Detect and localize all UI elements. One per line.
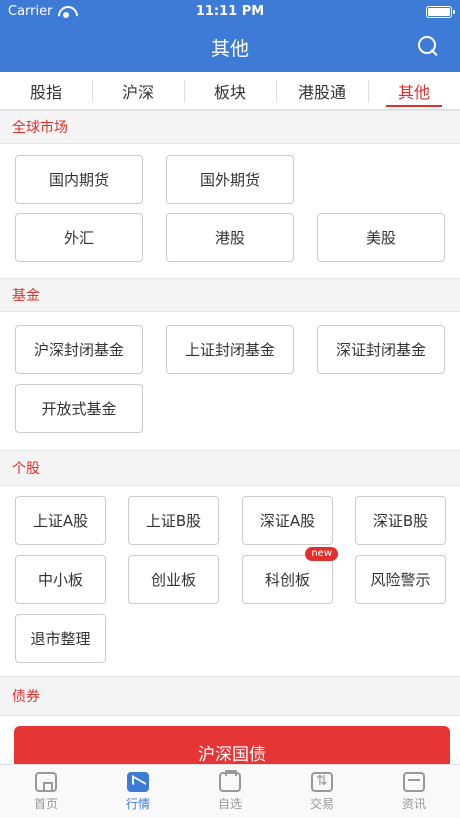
stock-button[interactable]: 退市整理 <box>15 614 106 663</box>
section-stock: 上证A股 上证B股 深证A股 深证B股 中小板 创业板 科创板 new 风险警示… <box>0 486 460 676</box>
news-icon <box>403 771 425 792</box>
home-icon <box>35 771 57 792</box>
button-label: 科创板 <box>264 571 310 589</box>
stock-button[interactable]: 风险警示 <box>355 555 446 604</box>
bottom-tab-bar: 首页 行情 自选 交易 资讯 <box>0 764 460 818</box>
stock-button[interactable]: 创业板 <box>128 555 219 604</box>
fund-button[interactable]: 开放式基金 <box>15 384 143 433</box>
chart-icon <box>127 771 149 792</box>
tabbar-item-market[interactable]: 行情 <box>92 765 184 818</box>
fund-button[interactable]: 深证封闭基金 <box>317 325 445 374</box>
nav-header: Carrier 11:11 PM 其他 <box>0 0 460 72</box>
stock-button[interactable]: 上证A股 <box>15 496 106 545</box>
section-header-fund: 基金 <box>0 278 460 312</box>
stock-button[interactable]: 深证B股 <box>355 496 446 545</box>
page-title: 其他 <box>210 38 249 60</box>
tabbar-item-home[interactable]: 首页 <box>0 765 92 818</box>
section-fund: 沪深封闭基金 上证封闭基金 深证封闭基金 开放式基金 <box>0 312 460 450</box>
trade-icon <box>311 771 333 792</box>
clock: 11:11 PM <box>195 4 265 19</box>
stock-button[interactable]: 上证B股 <box>128 496 219 545</box>
folder-icon <box>219 769 241 792</box>
tab-stock-index[interactable]: 股指 <box>0 72 92 109</box>
market-tabs: 股指 沪深 板块 港股通 其他 <box>0 72 460 110</box>
tab-shanghai-shenzhen[interactable]: 沪深 <box>92 72 184 109</box>
section-header-global: 全球市场 <box>0 110 460 144</box>
market-button[interactable]: 港股 <box>166 213 294 262</box>
section-global: 国内期货 国外期货 外汇 港股 美股 <box>0 144 460 278</box>
tabbar-label: 行情 <box>125 796 150 811</box>
tabbar-item-watchlist[interactable]: 自选 <box>184 765 276 818</box>
search-icon[interactable] <box>418 36 438 56</box>
section-header-stock: 个股 <box>0 450 460 486</box>
market-button[interactable]: 外汇 <box>15 213 143 262</box>
fund-button[interactable]: 上证封闭基金 <box>166 325 294 374</box>
market-button[interactable]: 国外期货 <box>166 155 294 204</box>
tabbar-item-news[interactable]: 资讯 <box>368 765 460 818</box>
status-bar: Carrier 11:11 PM <box>0 0 460 24</box>
stock-button[interactable]: 深证A股 <box>242 496 333 545</box>
tabbar-label: 首页 <box>33 796 58 811</box>
tabbar-label: 自选 <box>217 796 242 811</box>
tabbar-item-trade[interactable]: 交易 <box>276 765 368 818</box>
section-header-bond: 债券 <box>0 676 460 716</box>
stock-button[interactable]: 中小板 <box>15 555 106 604</box>
tab-hk-connect[interactable]: 港股通 <box>276 72 368 109</box>
tabbar-label: 资讯 <box>401 796 426 811</box>
new-badge: new <box>305 547 338 561</box>
tabbar-label: 交易 <box>309 796 334 811</box>
tab-other[interactable]: 其他 <box>368 72 460 109</box>
tab-sector[interactable]: 板块 <box>184 72 276 109</box>
market-button[interactable]: 美股 <box>317 213 445 262</box>
fund-button[interactable]: 沪深封闭基金 <box>15 325 143 374</box>
stock-button-star-market[interactable]: 科创板 new <box>242 547 338 604</box>
market-button[interactable]: 国内期货 <box>15 155 143 204</box>
battery-icon <box>426 6 455 18</box>
